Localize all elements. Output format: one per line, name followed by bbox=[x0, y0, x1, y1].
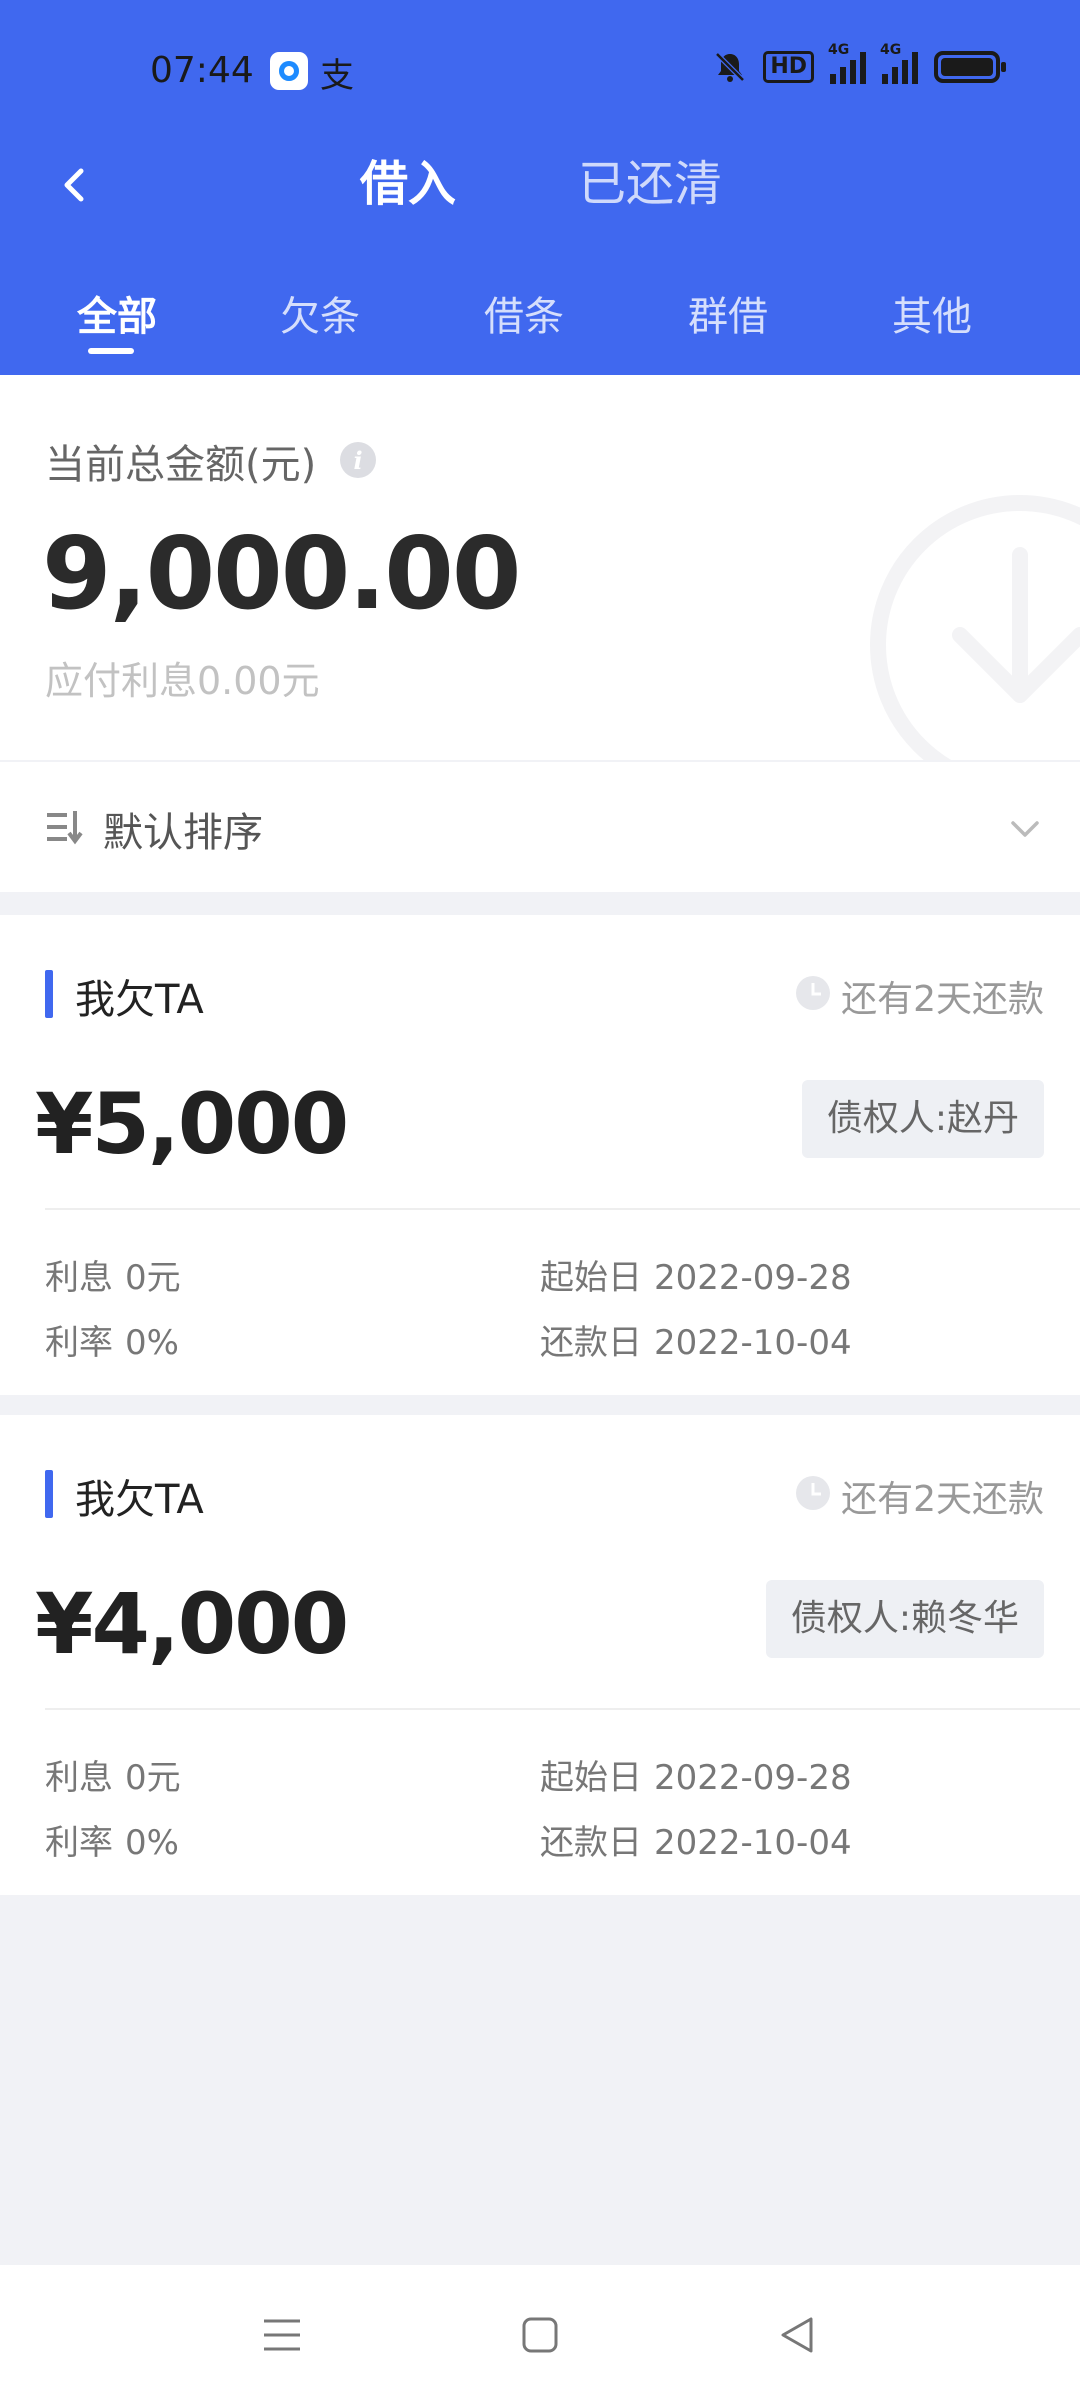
chevron-down-icon[interactable] bbox=[1008, 812, 1042, 846]
triangle-back-icon bbox=[781, 2317, 813, 2353]
interest-label: 利息 bbox=[45, 1758, 113, 1798]
subtab-group-loan[interactable]: 群借 bbox=[668, 290, 788, 344]
start-date-label: 起始日 bbox=[540, 1758, 642, 1798]
menu-icon bbox=[264, 2319, 300, 2351]
alipay-icon: 支 bbox=[320, 56, 354, 96]
due-countdown: 还有2天还款 bbox=[841, 979, 1044, 1020]
clock-icon bbox=[796, 976, 830, 1010]
top-nav: 借入 已还清 bbox=[0, 140, 1080, 230]
back-nav-button[interactable] bbox=[762, 2300, 832, 2370]
network-type-label: 4G bbox=[828, 42, 850, 58]
start-date-label: 起始日 bbox=[540, 1258, 642, 1298]
menu-button[interactable] bbox=[247, 2300, 317, 2370]
app-notification-icon bbox=[270, 52, 308, 90]
interest-value: 0元 bbox=[125, 1258, 181, 1298]
status-time: 07:44 bbox=[150, 50, 254, 91]
subtab-iou[interactable]: 欠条 bbox=[260, 290, 380, 344]
active-tab-indicator bbox=[88, 348, 134, 354]
sort-bar[interactable]: 默认排序 bbox=[0, 762, 1080, 892]
chevron-left-icon bbox=[64, 168, 84, 202]
card-divider bbox=[45, 1708, 1080, 1710]
back-button[interactable] bbox=[30, 140, 120, 230]
sort-list-icon bbox=[47, 811, 83, 845]
due-date-value: 2022-10-04 bbox=[654, 1323, 852, 1363]
status-bar: 07:44 支 HD 4G 4G bbox=[0, 0, 1080, 140]
down-arrow-circle-icon bbox=[870, 495, 1080, 760]
system-nav-bar bbox=[0, 2265, 1080, 2400]
subtab-loan-note[interactable]: 借条 bbox=[464, 290, 584, 344]
tab-repaid[interactable]: 已还清 bbox=[578, 152, 722, 216]
card-accent-bar bbox=[45, 1470, 53, 1518]
category-tabs: 全部 欠条 借条 群借 其他 bbox=[0, 280, 1080, 375]
clock-icon bbox=[796, 1476, 830, 1510]
interest-label: 利息 bbox=[45, 1258, 113, 1298]
record-type: 我欠TA bbox=[75, 977, 204, 1023]
subtab-other[interactable]: 其他 bbox=[872, 290, 992, 344]
mute-bell-icon bbox=[715, 52, 746, 82]
rate-value: 0% bbox=[125, 1823, 179, 1863]
signal-icon-2: 4G bbox=[880, 42, 918, 84]
record-type: 我欠TA bbox=[75, 1477, 204, 1523]
interest-detail: 利息 0元 bbox=[45, 1750, 181, 1799]
card-accent-bar bbox=[45, 970, 53, 1018]
rate-detail: 利率 0% bbox=[45, 1315, 179, 1364]
start-date-value: 2022-09-28 bbox=[654, 1758, 852, 1798]
due-countdown: 还有2天还款 bbox=[841, 1479, 1044, 1520]
rate-detail: 利率 0% bbox=[45, 1815, 179, 1864]
interest-payable: 应付利息0.00元 bbox=[45, 659, 320, 703]
due-date-label: 还款日 bbox=[540, 1823, 642, 1863]
start-date-value: 2022-09-28 bbox=[654, 1258, 852, 1298]
creditor-badge: 债权人:赵丹 bbox=[801, 1080, 1044, 1158]
home-button[interactable] bbox=[505, 2300, 575, 2370]
rate-value: 0% bbox=[125, 1323, 179, 1363]
interest-detail: 利息 0元 bbox=[45, 1250, 181, 1299]
interest-value: 0元 bbox=[125, 1758, 181, 1798]
due-date-label: 还款日 bbox=[540, 1323, 642, 1363]
card-divider bbox=[45, 1208, 1080, 1210]
loan-amount: ¥4,000 bbox=[35, 1575, 349, 1673]
battery-icon bbox=[934, 51, 1006, 83]
tab-borrowed[interactable]: 借入 bbox=[360, 152, 456, 216]
header: 07:44 支 HD 4G 4G 借入 已还清 全部 欠条 借条 群借 其他 bbox=[0, 0, 1080, 375]
due-date-detail: 还款日 2022-10-04 bbox=[540, 1315, 852, 1364]
due-date-detail: 还款日 2022-10-04 bbox=[540, 1815, 852, 1864]
summary-panel: 当前总金额(元) i 9,000.00 应付利息0.00元 bbox=[0, 375, 1080, 760]
hd-voice-badge: HD bbox=[763, 51, 814, 83]
loan-record-card[interactable]: 我欠TA 还有2天还款 ¥4,000 债权人:赖冬华 利息 0元 利率 0% 起始日… bbox=[0, 1415, 1080, 1895]
creditor-badge: 债权人:赖冬华 bbox=[765, 1580, 1044, 1658]
total-amount-label: 当前总金额(元) bbox=[45, 442, 317, 488]
rate-label: 利率 bbox=[45, 1823, 113, 1863]
info-icon[interactable]: i bbox=[340, 442, 376, 478]
start-date-detail: 起始日 2022-09-28 bbox=[540, 1750, 852, 1799]
network-type-label-2: 4G bbox=[880, 42, 902, 58]
subtab-all[interactable]: 全部 bbox=[57, 290, 177, 344]
loan-amount: ¥5,000 bbox=[35, 1075, 349, 1173]
sort-label: 默认排序 bbox=[103, 810, 263, 856]
loan-record-card[interactable]: 我欠TA 还有2天还款 ¥5,000 债权人:赵丹 利息 0元 利率 0% 起始日 2… bbox=[0, 915, 1080, 1395]
signal-icon: 4G bbox=[828, 42, 866, 84]
rate-label: 利率 bbox=[45, 1323, 113, 1363]
due-date-value: 2022-10-04 bbox=[654, 1823, 852, 1863]
status-indicators: HD 4G 4G bbox=[713, 42, 1006, 84]
start-date-detail: 起始日 2022-09-28 bbox=[540, 1250, 852, 1299]
total-amount: 9,000.00 bbox=[42, 515, 521, 632]
square-home-icon bbox=[522, 2317, 558, 2353]
